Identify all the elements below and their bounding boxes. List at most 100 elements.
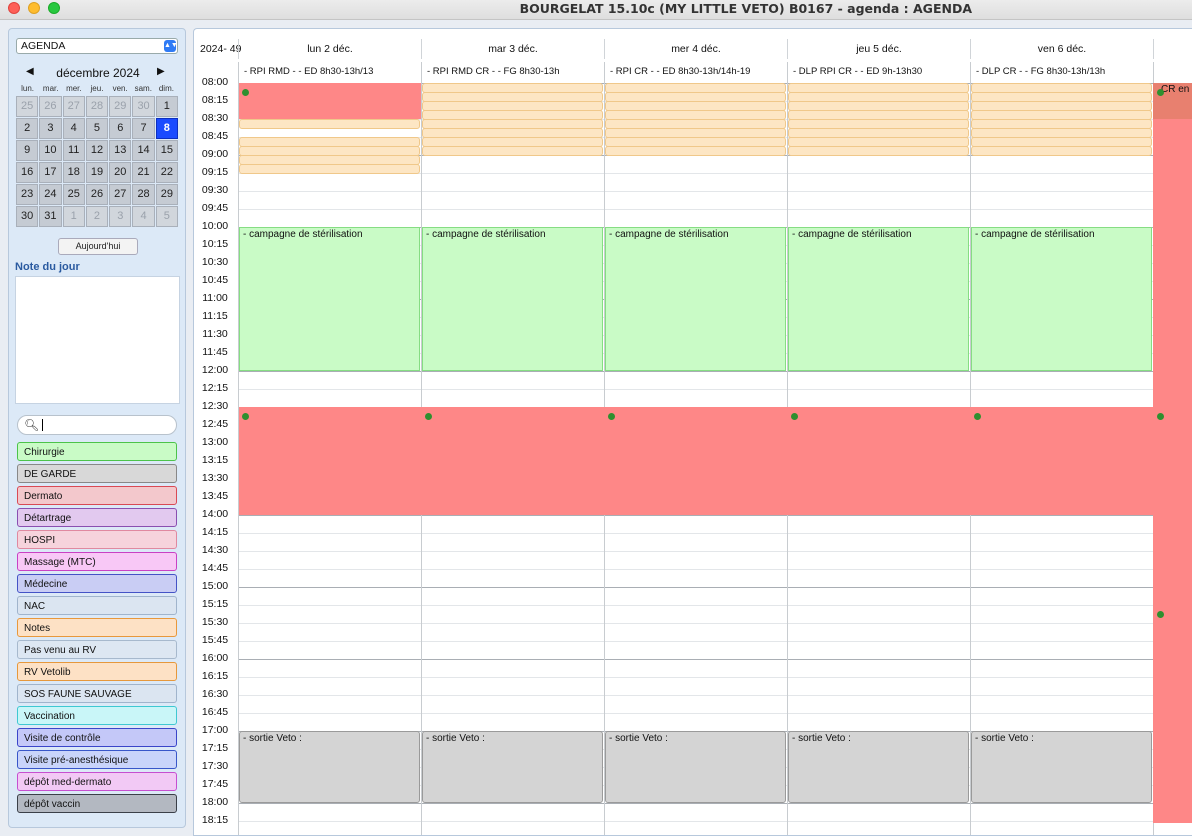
category-item[interactable]: Détartrage (17, 508, 177, 527)
category-item[interactable]: Chirurgie (17, 442, 177, 461)
calendar-day[interactable]: 29 (109, 96, 132, 117)
category-item[interactable]: Médecine (17, 574, 177, 593)
calendar-day[interactable]: 5 (85, 118, 109, 139)
calendar-day[interactable]: 9 (16, 140, 39, 161)
day-staff-banner[interactable]: - RPI CR - - ED 8h30-13h/14h-19 (604, 62, 787, 81)
category-item[interactable]: Notes (17, 618, 177, 637)
calendar-day[interactable]: 28 (85, 96, 109, 117)
calendar-day[interactable]: 1 (62, 206, 85, 227)
day-column-header[interactable]: mar 3 déc. (421, 39, 604, 59)
sterilisation-campaign-event[interactable]: - campagne de stérilisation (605, 227, 786, 371)
sterilisation-campaign-event[interactable]: - campagne de stérilisation (788, 227, 969, 371)
next-month-icon[interactable]: ▶ (157, 66, 165, 77)
calendar-day[interactable]: 12 (85, 140, 109, 161)
day-column-header[interactable]: mer 4 déc. (604, 39, 787, 59)
day-column-header[interactable]: lun 2 déc. (238, 39, 421, 59)
agenda-select[interactable]: AGENDA ▲▼ (16, 38, 178, 54)
calendar-day[interactable]: 27 (109, 184, 132, 205)
category-item[interactable]: NAC (17, 596, 177, 615)
category-item[interactable]: Pas venu au RV (17, 640, 177, 659)
calendar-day[interactable]: 30 (16, 206, 39, 227)
free-slot[interactable] (605, 146, 786, 156)
calendar-day-selected[interactable]: 8 (155, 118, 178, 139)
sortie-veto-event[interactable]: - sortie Veto : (971, 731, 1152, 803)
calendar-day[interactable]: 7 (132, 118, 155, 139)
calendar-day[interactable]: 2 (16, 118, 39, 139)
calendar-day[interactable]: 28 (132, 184, 155, 205)
calendar-day[interactable]: 2 (85, 206, 109, 227)
sortie-veto-event[interactable]: - sortie Veto : (422, 731, 603, 803)
day-staff-banner[interactable]: - DLP CR - - FG 8h30-13h/13h (970, 62, 1153, 81)
free-slot[interactable] (239, 119, 420, 129)
calendar-day[interactable]: 30 (132, 96, 155, 117)
calendar-day[interactable]: 4 (132, 206, 155, 227)
category-item[interactable]: SOS FAUNE SAUVAGE (17, 684, 177, 703)
calendar-day[interactable]: 13 (109, 140, 132, 161)
free-slot[interactable] (971, 146, 1152, 156)
category-item[interactable]: Visite pré-anesthésique (17, 750, 177, 769)
category-item[interactable]: dépôt med-dermato (17, 772, 177, 791)
calendar-day[interactable]: 4 (62, 118, 85, 139)
category-item[interactable]: HOSPI (17, 530, 177, 549)
category-item[interactable]: Visite de contrôle (17, 728, 177, 747)
category-item[interactable]: RV Vetolib (17, 662, 177, 681)
agenda-select-value: AGENDA (21, 40, 66, 52)
calendar-day[interactable]: 24 (39, 184, 62, 205)
calendar-day[interactable]: 11 (62, 140, 85, 161)
status-dot-icon (791, 413, 798, 420)
free-slot[interactable] (788, 146, 969, 156)
time-gridline (238, 533, 1192, 534)
calendar-day[interactable]: 20 (109, 162, 132, 183)
calendar-day[interactable]: 26 (85, 184, 109, 205)
appointment-block[interactable] (239, 83, 421, 119)
day-column-header[interactable]: ven 6 déc. (970, 39, 1153, 59)
sortie-veto-event[interactable]: - sortie Veto : (788, 731, 969, 803)
category-item[interactable]: Massage (MTC) (17, 552, 177, 571)
calendar-day[interactable]: 22 (155, 162, 178, 183)
calendar-day[interactable]: 25 (62, 184, 85, 205)
calendar-day[interactable]: 1 (155, 96, 178, 117)
calendar-day[interactable]: 21 (132, 162, 155, 183)
today-button[interactable]: Aujourd'hui (58, 238, 138, 255)
calendar-day[interactable]: 27 (62, 96, 85, 117)
calendar-day[interactable]: 3 (39, 118, 62, 139)
search-input[interactable]: 🔍︎ (17, 415, 177, 435)
day-staff-banner[interactable]: - RPI RMD CR - - FG 8h30-13h (421, 62, 604, 81)
sortie-veto-event[interactable]: - sortie Veto : (239, 731, 420, 803)
closed-period-block[interactable] (239, 407, 1153, 515)
calendar-day[interactable]: 23 (16, 184, 39, 205)
calendar-day[interactable]: 18 (62, 162, 85, 183)
calendar-day[interactable]: 25 (16, 96, 39, 117)
calendar-day[interactable]: 15 (155, 140, 178, 161)
free-slot[interactable] (239, 164, 420, 174)
sortie-veto-event[interactable]: - sortie Veto : (605, 731, 786, 803)
time-label: 16:15 (201, 670, 229, 682)
category-item[interactable]: dépôt vaccin (17, 794, 177, 813)
weekend-closed-column[interactable] (1153, 83, 1192, 823)
sterilisation-campaign-event[interactable]: - campagne de stérilisation (239, 227, 420, 371)
day-staff-banner[interactable]: - RPI RMD - - ED 8h30-13h/13 (238, 62, 421, 81)
time-gridline (238, 803, 1192, 804)
calendar-day[interactable]: 5 (155, 206, 178, 227)
day-column-header-partial[interactable] (1153, 39, 1192, 59)
day-staff-banner[interactable]: - DLP RPI CR - - ED 9h-13h30 (787, 62, 970, 81)
calendar-day[interactable]: 3 (109, 206, 132, 227)
calendar-day[interactable]: 16 (16, 162, 39, 183)
calendar-day[interactable]: 17 (39, 162, 62, 183)
day-column-header[interactable]: jeu 5 déc. (787, 39, 970, 59)
calendar-day[interactable]: 10 (39, 140, 62, 161)
free-slot[interactable] (422, 146, 603, 156)
calendar-day[interactable]: 29 (155, 184, 178, 205)
calendar-day[interactable]: 6 (109, 118, 132, 139)
time-label: 11:30 (202, 328, 228, 340)
category-item[interactable]: Dermato (17, 486, 177, 505)
note-du-jour-textarea[interactable] (15, 276, 180, 404)
calendar-day[interactable]: 26 (39, 96, 62, 117)
sterilisation-campaign-event[interactable]: - campagne de stérilisation (422, 227, 603, 371)
calendar-day[interactable]: 14 (132, 140, 155, 161)
category-item[interactable]: DE GARDE (17, 464, 177, 483)
category-item[interactable]: Vaccination (17, 706, 177, 725)
calendar-day[interactable]: 31 (39, 206, 62, 227)
sterilisation-campaign-event[interactable]: - campagne de stérilisation (971, 227, 1152, 371)
calendar-day[interactable]: 19 (85, 162, 109, 183)
